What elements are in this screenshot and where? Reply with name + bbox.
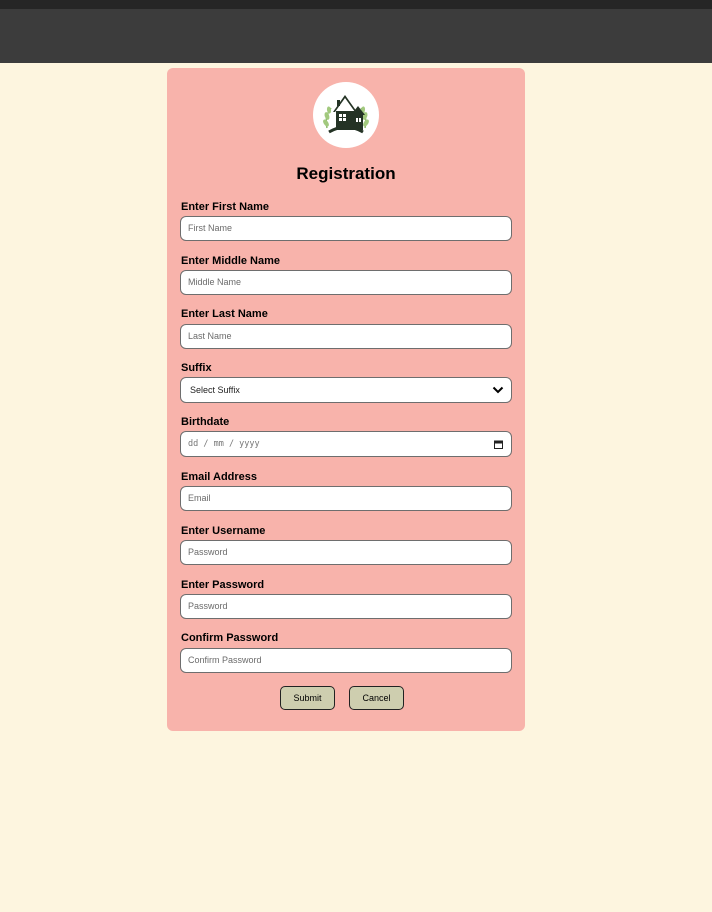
confirm-password-input[interactable]: Confirm Password xyxy=(180,648,512,673)
last-name-label: Enter Last Name xyxy=(181,308,268,320)
middle-name-input[interactable]: Middle Name xyxy=(180,270,512,295)
username-label: Enter Username xyxy=(181,525,266,537)
calendar-icon[interactable] xyxy=(494,440,503,449)
first-name-input[interactable]: First Name xyxy=(180,216,512,241)
password-input[interactable]: Password xyxy=(180,594,512,619)
birthdate-placeholder: dd / mm / yyyy xyxy=(188,439,260,449)
suffix-label: Suffix xyxy=(181,362,212,374)
last-name-input[interactable]: Last Name xyxy=(180,324,512,349)
chevron-down-icon xyxy=(492,386,504,394)
password-label: Enter Password xyxy=(181,579,265,591)
birthdate-input[interactable]: dd / mm / yyyy xyxy=(180,431,512,457)
email-input[interactable]: Email xyxy=(180,486,512,511)
cancel-button[interactable]: Cancel xyxy=(349,686,404,710)
birthdate-label: Birthdate xyxy=(181,416,230,428)
house-logo-icon xyxy=(313,82,379,148)
header-bar xyxy=(0,9,712,63)
suffix-select[interactable]: Select Suffix xyxy=(180,377,512,403)
first-name-label: Enter First Name xyxy=(181,201,270,213)
username-input[interactable]: Password xyxy=(180,540,512,565)
registration-card: Registration Enter First Name First Name… xyxy=(167,68,525,731)
page-title: Registration xyxy=(296,164,396,183)
confirm-password-label: Confirm Password xyxy=(181,632,279,644)
suffix-select-value: Select Suffix xyxy=(190,385,240,395)
submit-button[interactable]: Submit xyxy=(280,686,335,710)
email-label: Email Address xyxy=(181,471,258,483)
top-bar xyxy=(0,0,712,9)
middle-name-label: Enter Middle Name xyxy=(181,255,281,267)
